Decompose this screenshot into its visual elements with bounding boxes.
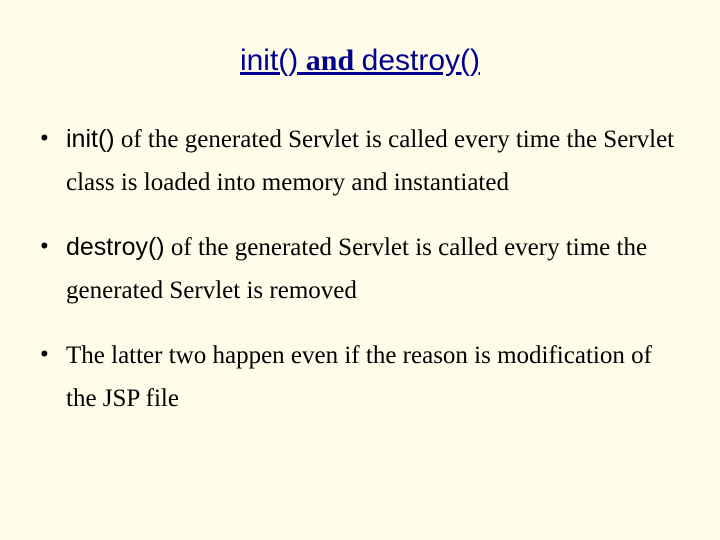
bullet-text: of the generated Servlet is called every… <box>66 126 674 196</box>
bullet-text: The latter two happen even if the reason… <box>66 342 652 412</box>
list-item: The latter two happen even if the reason… <box>36 334 684 420</box>
slide-title: init() and destroy() <box>36 44 684 78</box>
bullet-lead: init() <box>66 125 115 153</box>
list-item: init() of the generated Servlet is calle… <box>36 118 684 204</box>
bullet-lead: destroy() <box>66 233 165 261</box>
title-part-init: init() <box>240 44 298 77</box>
bullet-list: init() of the generated Servlet is calle… <box>36 118 684 420</box>
title-part-destroy: destroy() <box>362 44 480 77</box>
title-part-and: and <box>298 44 361 77</box>
list-item: destroy() of the generated Servlet is ca… <box>36 226 684 312</box>
